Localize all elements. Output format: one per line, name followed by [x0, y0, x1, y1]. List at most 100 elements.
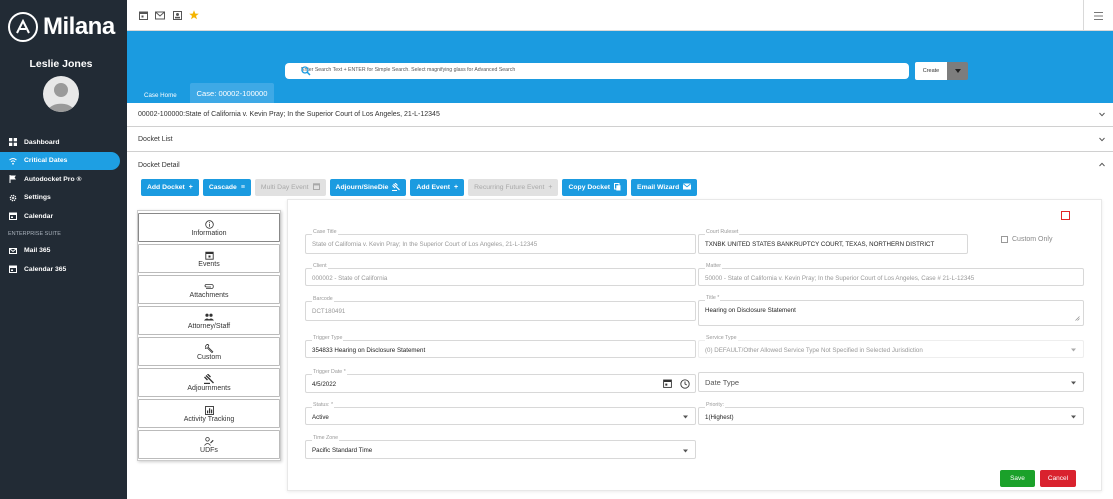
calendar-icon[interactable]: [663, 379, 672, 390]
trigger-date-field[interactable]: Trigger Date * 4/5/2022: [305, 369, 696, 393]
section-attorney-staff[interactable]: Attorney/Staff: [138, 306, 280, 335]
email-wizard-button[interactable]: Email Wizard: [631, 179, 698, 196]
title-value: Hearing on Disclosure Statement: [705, 307, 796, 314]
priority-select[interactable]: Priority: 1(Highest): [698, 402, 1084, 425]
date-type-select[interactable]: Date Type: [698, 372, 1084, 392]
docket-info-form: Case Title State of California v. Kevin …: [287, 199, 1102, 491]
trigger-type-field[interactable]: Trigger Type 354833 Hearing on Disclosur…: [305, 335, 696, 358]
main-content: 00002-100000:State of California v. Kevi…: [127, 103, 1113, 499]
sidebar-item-label: Autodocket Pro ®: [24, 175, 82, 183]
chevron-up-icon[interactable]: [1099, 162, 1105, 169]
sidebar-item-critical-dates[interactable]: Critical Dates: [0, 151, 120, 170]
cancel-button[interactable]: Cancel: [1040, 470, 1076, 487]
sidebar-item-dashboard[interactable]: Dashboard: [0, 133, 127, 152]
calendar-icon[interactable]: [138, 10, 148, 20]
section-label: UDFs: [200, 446, 218, 454]
add-event-button[interactable]: Add Event +: [410, 179, 465, 196]
sidebar-item-mail-365[interactable]: Mail 365: [0, 242, 127, 261]
tab-case-home[interactable]: Case Home: [140, 90, 181, 101]
plus-icon: +: [188, 184, 193, 191]
add-docket-label: Add Docket: [147, 184, 185, 191]
sidebar-item-autodocket-pro[interactable]: Autodocket Pro ®: [0, 170, 127, 189]
add-docket-button[interactable]: Add Docket +: [141, 179, 199, 196]
calendar-icon: [8, 265, 17, 274]
barcode-field[interactable]: Barcode DCT180491: [305, 296, 696, 321]
enterprise-suite-heading: ENTERPRISE SUITE: [8, 231, 61, 237]
section-events[interactable]: Events: [138, 244, 280, 273]
title-field[interactable]: Title * Hearing on Disclosure Statement: [698, 295, 1084, 326]
time-zone-select[interactable]: Time Zone Pacific Standard Time: [305, 435, 696, 459]
docket-section-nav: Information Events Attachments Attorney/…: [137, 210, 281, 461]
matter-field[interactable]: Matter 50000 - State of California v. Ke…: [698, 263, 1084, 286]
caret-down-icon[interactable]: [683, 445, 688, 454]
star-icon[interactable]: [189, 10, 199, 20]
section-activity-tracking[interactable]: Activity Tracking: [138, 399, 280, 428]
sidebar-nav: Dashboard Critical Dates Autodocket Pro …: [0, 133, 127, 279]
matter-value: 50000 - State of California v. Kevin Pra…: [705, 275, 975, 282]
section-label: Attachments: [189, 291, 229, 299]
client-field[interactable]: Client 000002 - State of California: [305, 263, 696, 286]
copy-docket-button[interactable]: Copy Docket: [562, 179, 628, 196]
clock-icon[interactable]: [680, 379, 690, 391]
gear-icon: [8, 193, 17, 202]
chevron-down-icon[interactable]: [1099, 111, 1105, 118]
case-title-field[interactable]: Case Title State of California v. Kevin …: [305, 229, 696, 254]
sidebar-item-settings[interactable]: Settings: [0, 189, 127, 208]
copy-icon: [614, 182, 621, 193]
section-information[interactable]: Information: [138, 213, 280, 242]
chevron-down-icon[interactable]: [1099, 136, 1105, 143]
section-label: Events: [198, 260, 220, 268]
case-header-row[interactable]: 00002-100000:State of California v. Kevi…: [127, 103, 1113, 127]
email-wizard-label: Email Wizard: [637, 184, 680, 191]
alert-flag-icon[interactable]: [1061, 211, 1070, 220]
cascade-button[interactable]: Cascade ≡: [202, 179, 251, 196]
tab-case[interactable]: Case: 00002-100000: [190, 83, 274, 103]
status-select[interactable]: Status: * Active: [305, 402, 696, 425]
resize-handle-icon[interactable]: [1075, 314, 1080, 323]
docket-list-row[interactable]: Docket List: [127, 128, 1113, 152]
sidebar-item-label: Dashboard: [24, 138, 60, 146]
contact-card-icon[interactable]: [172, 10, 182, 20]
save-button[interactable]: Save: [1000, 470, 1035, 487]
service-type-select[interactable]: Service Type (0) DEFAULT/Other Allowed S…: [698, 335, 1084, 358]
search-icon[interactable]: [301, 66, 901, 78]
milana-logo[interactable]: Milana: [8, 12, 115, 42]
section-label: Information: [191, 229, 227, 237]
recurring-future-event-button[interactable]: Recurring Future Event +: [468, 179, 559, 196]
wrench-icon: [204, 343, 214, 354]
header-banner: Enter Search Text + ENTER for Simple Sea…: [127, 31, 1113, 103]
calendar-icon: [204, 250, 214, 261]
sidebar-item-label: Calendar 365: [24, 265, 67, 273]
caret-down-icon[interactable]: [1071, 412, 1076, 421]
list-icon: ≡: [240, 184, 245, 191]
sidebar-item-calendar[interactable]: Calendar: [0, 207, 127, 226]
caret-down-icon[interactable]: [1071, 345, 1076, 354]
mail-icon[interactable]: [155, 10, 165, 20]
search-input[interactable]: Enter Search Text + ENTER for Simple Sea…: [285, 63, 909, 79]
caret-down-icon[interactable]: [1071, 378, 1076, 387]
section-label: Activity Tracking: [183, 415, 235, 423]
court-ruleset-field[interactable]: Court Ruleset TXNBK UNITED STATES BANKRU…: [698, 229, 968, 254]
caret-down-icon[interactable]: [683, 412, 688, 421]
multi-day-event-button[interactable]: Multi Day Event: [254, 179, 326, 196]
section-attachments[interactable]: Attachments: [138, 275, 280, 304]
mail-icon: [683, 183, 692, 192]
section-adjournments[interactable]: Adjournments: [138, 368, 280, 397]
time-zone-label: Time Zone: [312, 435, 340, 441]
docket-toolbar: Add Docket + Cascade ≡ Multi Day Event Adj…: [141, 179, 698, 196]
top-toolbar: [127, 0, 1113, 31]
docket-detail-row[interactable]: Docket Detail: [127, 153, 1113, 177]
section-udfs[interactable]: UDFs: [138, 430, 280, 459]
custom-only-checkbox[interactable]: Custom Only: [1001, 236, 1052, 243]
adjourn-sinedie-button[interactable]: Adjourn/SineDie: [329, 179, 407, 196]
avatar[interactable]: [43, 76, 79, 112]
cascade-label: Cascade: [208, 184, 237, 191]
logo-text: Milana: [43, 13, 115, 40]
hamburger-menu-icon[interactable]: [1083, 0, 1113, 31]
section-custom[interactable]: Custom: [138, 337, 280, 366]
caret-down-icon[interactable]: [947, 62, 968, 80]
court-ruleset-value: TXNBK UNITED STATES BANKRUPTCY COURT, TE…: [705, 241, 935, 248]
checkbox-icon[interactable]: [1001, 236, 1008, 243]
sidebar-item-calendar-365[interactable]: Calendar 365: [0, 260, 127, 279]
create-button[interactable]: Create: [915, 62, 947, 80]
